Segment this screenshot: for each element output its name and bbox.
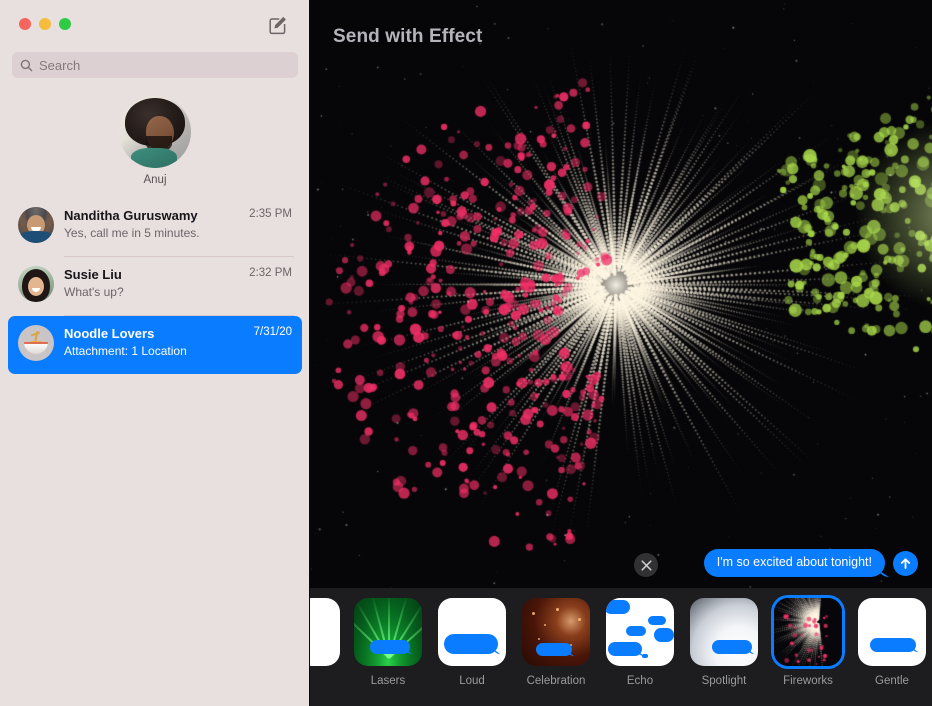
effect-option-echo[interactable]: Echo	[598, 598, 682, 687]
pinned-conversation-anuj[interactable]: Anuj	[0, 96, 310, 186]
effect-label: Spotlight	[702, 675, 747, 687]
conversation-row-nanditha[interactable]: Nanditha Guruswamy Yes, call me in 5 min…	[8, 198, 302, 256]
conversation-title: Noodle Lovers	[64, 326, 248, 342]
search-input[interactable]	[39, 58, 290, 73]
close-icon[interactable]	[634, 553, 658, 577]
window-controls	[19, 18, 71, 30]
conversation-preview: Attachment: 1 Location	[64, 343, 248, 359]
effect-thumbnail	[438, 598, 506, 666]
effect-option-fireworks[interactable]: Fireworks	[766, 598, 850, 687]
effect-thumbnail	[774, 598, 842, 666]
message-bubble: I'm so excited about tonight!	[704, 549, 885, 577]
send-arrow-up-icon[interactable]	[893, 551, 918, 576]
effect-label: Fireworks	[783, 675, 833, 687]
avatar	[18, 207, 54, 243]
search-bar[interactable]	[12, 52, 298, 78]
search-icon	[20, 59, 33, 72]
conversation-timestamp: 7/31/20	[248, 325, 292, 338]
effect-option-slam[interactable]	[310, 598, 346, 675]
effect-thumbnail	[310, 598, 340, 666]
conversation-preview: Yes, call me in 5 minutes.	[64, 225, 243, 241]
effect-thumbnail	[354, 598, 422, 666]
message-send-row: I'm so excited about tonight!	[704, 549, 918, 577]
effect-thumbnail	[858, 598, 926, 666]
send-with-effect-overlay: Send with Effect I'm so excited about to…	[310, 0, 932, 706]
fireworks-animation	[310, 0, 932, 588]
maximize-window-button[interactable]	[59, 18, 71, 30]
conversation-title: Nanditha Guruswamy	[64, 208, 243, 224]
close-window-button[interactable]	[19, 18, 31, 30]
minimize-window-button[interactable]	[39, 18, 51, 30]
conversation-title: Susie Liu	[64, 267, 243, 283]
conversation-row-noodle-lovers[interactable]: Noodle Lovers Attachment: 1 Location 7/3…	[8, 316, 302, 374]
effect-label: Celebration	[527, 675, 586, 687]
conversation-list: Nanditha Guruswamy Yes, call me in 5 min…	[0, 198, 310, 374]
conversation-timestamp: 2:32 PM	[243, 266, 292, 279]
conversation-row-susie[interactable]: Susie Liu What's up? 2:32 PM	[8, 257, 302, 315]
effect-label: Loud	[459, 675, 485, 687]
avatar	[18, 266, 54, 302]
conversation-timestamp: 2:35 PM	[243, 207, 292, 220]
effect-label: Lasers	[371, 675, 406, 687]
effect-option-loud[interactable]: Loud	[430, 598, 514, 687]
effects-picker-bar: Lasers Loud Celebration	[310, 588, 932, 706]
pinned-conversation-label: Anuj	[143, 174, 166, 186]
avatar	[119, 96, 191, 168]
effect-option-celebration[interactable]: Celebration	[514, 598, 598, 687]
page-title: Send with Effect	[333, 26, 482, 48]
effect-thumbnail	[522, 598, 590, 666]
effect-thumbnail	[606, 598, 674, 666]
effect-thumbnail	[690, 598, 758, 666]
avatar	[18, 325, 54, 361]
sidebar: Anuj Nanditha Guruswamy Yes, call me in …	[0, 0, 310, 706]
effect-option-gentle[interactable]: Gentle	[850, 598, 932, 687]
effect-option-spotlight[interactable]: Spotlight	[682, 598, 766, 687]
effect-label: Gentle	[875, 675, 909, 687]
compose-icon[interactable]	[267, 14, 289, 36]
conversation-preview: What's up?	[64, 284, 243, 300]
fireworks-thumbnail-canvas	[774, 598, 842, 666]
effect-option-lasers[interactable]: Lasers	[346, 598, 430, 687]
fireworks-preview-stage	[310, 0, 932, 588]
effect-label: Echo	[627, 675, 653, 687]
messages-window: Anuj Nanditha Guruswamy Yes, call me in …	[0, 0, 932, 706]
